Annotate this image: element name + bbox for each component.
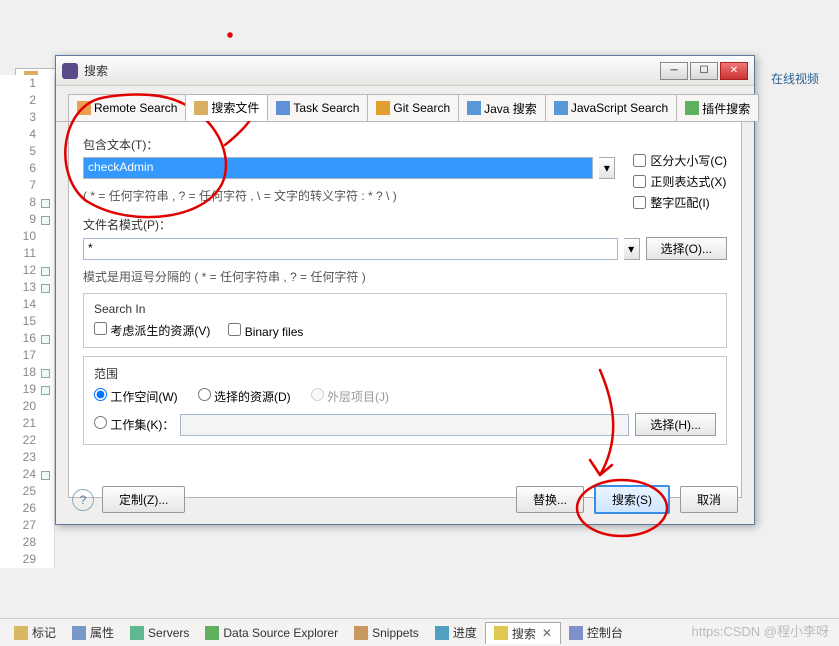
tab-progress[interactable]: 进度 [427,622,485,643]
file-search-icon [194,101,208,115]
containing-text-label: 包含文本(T)： [83,136,615,153]
remote-icon [77,101,91,115]
tab-search[interactable]: 搜索✕ [485,622,561,644]
tab-java-search[interactable]: Java 搜索 [458,94,546,121]
filename-input[interactable]: * [83,238,618,260]
minimize-button[interactable]: ─ [660,62,688,80]
choose-filetypes-button[interactable]: 选择(O)... [646,237,727,260]
marker-icon [14,626,28,640]
tab-file-search[interactable]: 搜索文件 [185,94,268,121]
close-button[interactable]: ✕ [720,62,748,80]
console-icon [569,626,583,640]
java-icon [467,101,481,115]
derived-checkbox[interactable]: 考虑派生的资源(V) [94,322,210,339]
regex-checkbox[interactable]: 正则表达式(X) [633,173,727,190]
containing-text-dropdown[interactable]: ▾ [599,157,615,179]
binary-checkbox[interactable]: Binary files [228,323,303,339]
tab-js-search[interactable]: JavaScript Search [545,94,677,121]
datasource-icon [205,626,219,640]
dialog-titlebar[interactable]: 搜索 ─ ☐ ✕ [56,56,754,86]
close-icon[interactable]: ✕ [542,626,552,640]
servers-icon [130,626,144,640]
case-sensitive-checkbox[interactable]: 区分大小写(C) [633,152,727,169]
git-icon [376,101,390,115]
scope-enclosing-radio[interactable]: 外层项目(J) [311,388,389,405]
search-icon [494,626,508,640]
task-icon [276,101,290,115]
search-button[interactable]: 搜索(S) [594,485,670,514]
tab-git-search[interactable]: Git Search [367,94,459,121]
workingset-input[interactable] [180,414,629,436]
tab-properties[interactable]: 属性 [64,622,122,643]
scope-selected-radio[interactable]: 选择的资源(D) [198,388,291,405]
tab-servers[interactable]: Servers [122,624,197,642]
scope-workingset-radio[interactable]: 工作集(K)： [94,416,174,433]
tab-console[interactable]: 控制台 [561,622,631,643]
filename-label: 文件名模式(P)： [83,216,727,233]
dialog-title: 搜索 [84,62,660,79]
filename-dropdown[interactable]: ▾ [624,238,640,260]
whole-word-checkbox[interactable]: 整字匹配(I) [633,194,727,211]
tab-markers[interactable]: 标记 [6,622,64,643]
search-in-legend: Search In [94,302,716,316]
properties-icon [72,626,86,640]
plugin-icon [685,101,699,115]
pattern-hint: ( * = 任何字符串 , ? = 任何字符 , \ = 文字的转义字符 : *… [83,187,615,204]
progress-icon [435,626,449,640]
app-icon [62,63,78,79]
search-dialog: 搜索 ─ ☐ ✕ Remote Search 搜索文件 Task Search … [55,55,755,525]
customize-button[interactable]: 定制(Z)... [102,486,185,513]
tab-plugin-search[interactable]: 插件搜索 [676,94,759,121]
tab-task-search[interactable]: Task Search [267,94,368,121]
tab-remote-search[interactable]: Remote Search [68,94,186,121]
replace-button[interactable]: 替换... [516,486,584,513]
watermark: https:CSDN @程小李呀 [692,621,829,640]
tab-data-source[interactable]: Data Source Explorer [197,624,346,642]
cancel-button[interactable]: 取消 [680,486,738,513]
containing-text-input[interactable]: checkAdmin [83,157,593,179]
dialog-content: 包含文本(T)： checkAdmin ▾ ( * = 任何字符串 , ? = … [68,122,742,498]
help-icon[interactable]: ? [72,489,94,511]
scope-legend: 范围 [94,365,716,382]
search-in-fieldset: Search In 考虑派生的资源(V) Binary files [83,293,727,348]
choose-workingset-button[interactable]: 选择(H)... [635,413,716,436]
snippets-icon [354,626,368,640]
dialog-footer: ? 定制(Z)... 替换... 搜索(S) 取消 [56,475,754,524]
tab-snippets[interactable]: Snippets [346,624,427,642]
scope-workspace-radio[interactable]: 工作空间(W) [94,388,178,405]
search-tabstrip: Remote Search 搜索文件 Task Search Git Searc… [56,86,754,122]
scope-fieldset: 范围 工作空间(W) 选择的资源(D) 外层项目(J) 工作集(K)： 选择(H… [83,356,727,445]
pattern-note: 模式是用逗号分隔的 ( * = 任何字符串 , ? = 任何字符 ) [83,268,727,285]
online-video-link[interactable]: 在线视频 [771,70,819,87]
editor-gutter: 1234567891011121314151617181920212223242… [0,75,55,568]
maximize-button[interactable]: ☐ [690,62,718,80]
js-icon [554,101,568,115]
